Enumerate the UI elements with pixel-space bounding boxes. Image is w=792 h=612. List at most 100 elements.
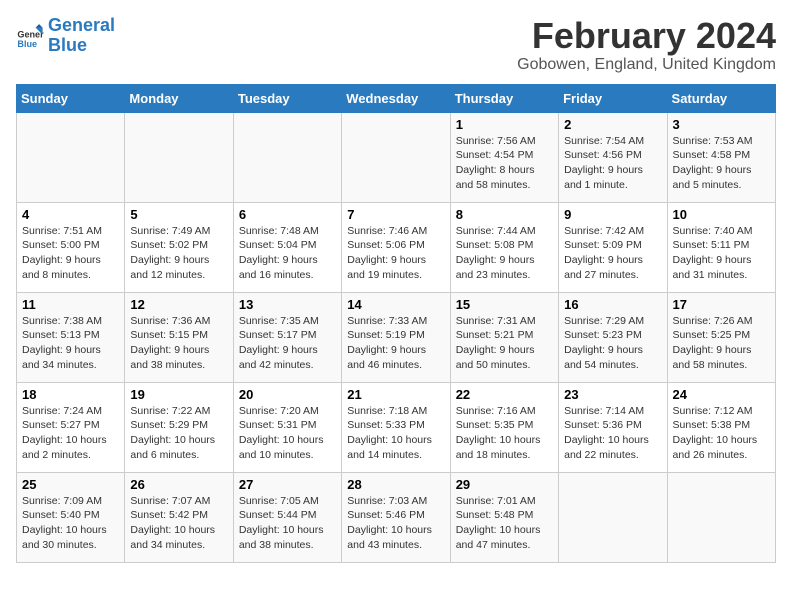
day-info: Sunrise: 7:03 AM Sunset: 5:46 PM Dayligh… — [347, 494, 444, 553]
day-info: Sunrise: 7:14 AM Sunset: 5:36 PM Dayligh… — [564, 404, 661, 463]
table-cell — [559, 472, 667, 562]
week-row-2: 4Sunrise: 7:51 AM Sunset: 5:00 PM Daylig… — [17, 202, 776, 292]
day-number: 29 — [456, 477, 553, 492]
table-cell: 3Sunrise: 7:53 AM Sunset: 4:58 PM Daylig… — [667, 112, 775, 202]
table-cell: 23 Sunrise: 7:14 AM Sunset: 5:36 PM Dayli… — [559, 382, 667, 472]
day-number: 15 — [456, 297, 553, 312]
day-number: 12 — [130, 297, 227, 312]
day-info: Sunrise: 7:26 AM Sunset: 5:25 PM Dayligh… — [673, 314, 770, 373]
logo-line1: General — [48, 15, 115, 35]
day-info: Sunrise: 7:54 AM Sunset: 4:56 PM Dayligh… — [564, 134, 661, 193]
day-info: Sunrise: 7:01 AM Sunset: 5:48 PM Dayligh… — [456, 494, 553, 553]
logo-text: General Blue — [48, 16, 115, 56]
table-cell: 4Sunrise: 7:51 AM Sunset: 5:00 PM Daylig… — [17, 202, 125, 292]
week-row-1: 1 Sunrise: 7:56 AM Sunset: 4:54 PM Daylig… — [17, 112, 776, 202]
day-number: 2 — [564, 117, 661, 132]
table-cell — [667, 472, 775, 562]
day-info: Sunrise: 7:29 AM Sunset: 5:23 PM Dayligh… — [564, 314, 661, 373]
week-row-4: 18 Sunrise: 7:24 AM Sunset: 5:27 PM Dayli… — [17, 382, 776, 472]
day-info: Sunrise: 7:48 AM Sunset: 5:04 PM Dayligh… — [239, 224, 336, 283]
table-cell: 26Sunrise: 7:07 AM Sunset: 5:42 PM Dayli… — [125, 472, 233, 562]
table-cell — [233, 112, 341, 202]
day-info: Sunrise: 7:38 AM Sunset: 5:13 PM Dayligh… — [22, 314, 119, 373]
day-number: 11 — [22, 297, 119, 312]
day-info: Sunrise: 7:46 AM Sunset: 5:06 PM Dayligh… — [347, 224, 444, 283]
day-info: Sunrise: 7:09 AM Sunset: 5:40 PM Dayligh… — [22, 494, 119, 553]
table-cell: 1 Sunrise: 7:56 AM Sunset: 4:54 PM Daylig… — [450, 112, 558, 202]
day-number: 28 — [347, 477, 444, 492]
svg-text:Blue: Blue — [17, 39, 37, 49]
day-number: 10 — [673, 207, 770, 222]
day-number: 9 — [564, 207, 661, 222]
day-info: Sunrise: 7:53 AM Sunset: 4:58 PM Dayligh… — [673, 134, 770, 193]
table-cell: 16Sunrise: 7:29 AM Sunset: 5:23 PM Dayli… — [559, 292, 667, 382]
table-cell: 17 Sunrise: 7:26 AM Sunset: 5:25 PM Dayli… — [667, 292, 775, 382]
title-area: February 2024 Gobowen, England, United K… — [517, 16, 776, 74]
day-info: Sunrise: 7:24 AM Sunset: 5:27 PM Dayligh… — [22, 404, 119, 463]
header-saturday: Saturday — [667, 84, 775, 112]
day-number: 8 — [456, 207, 553, 222]
table-cell: 6Sunrise: 7:48 AM Sunset: 5:04 PM Daylig… — [233, 202, 341, 292]
day-info: Sunrise: 7:18 AM Sunset: 5:33 PM Dayligh… — [347, 404, 444, 463]
day-number: 23 — [564, 387, 661, 402]
calendar-header-row: SundayMondayTuesdayWednesdayThursdayFrid… — [17, 84, 776, 112]
table-cell: 10 Sunrise: 7:40 AM Sunset: 5:11 PM Dayli… — [667, 202, 775, 292]
logo: General Blue General Blue — [16, 16, 115, 56]
day-number: 20 — [239, 387, 336, 402]
day-info: Sunrise: 7:44 AM Sunset: 5:08 PM Dayligh… — [456, 224, 553, 283]
subtitle: Gobowen, England, United Kingdom — [517, 56, 776, 74]
day-info: Sunrise: 7:42 AM Sunset: 5:09 PM Dayligh… — [564, 224, 661, 283]
day-info: Sunrise: 7:31 AM Sunset: 5:21 PM Dayligh… — [456, 314, 553, 373]
table-cell: 25 Sunrise: 7:09 AM Sunset: 5:40 PM Dayli… — [17, 472, 125, 562]
table-cell: 21 Sunrise: 7:18 AM Sunset: 5:33 PM Dayli… — [342, 382, 450, 472]
table-cell: 5 Sunrise: 7:49 AM Sunset: 5:02 PM Daylig… — [125, 202, 233, 292]
table-cell: 22Sunrise: 7:16 AM Sunset: 5:35 PM Dayli… — [450, 382, 558, 472]
calendar-table: SundayMondayTuesdayWednesdayThursdayFrid… — [16, 84, 776, 563]
day-number: 17 — [673, 297, 770, 312]
week-row-3: 11 Sunrise: 7:38 AM Sunset: 5:13 PM Dayli… — [17, 292, 776, 382]
day-number: 25 — [22, 477, 119, 492]
main-title: February 2024 — [517, 16, 776, 56]
day-info: Sunrise: 7:51 AM Sunset: 5:00 PM Dayligh… — [22, 224, 119, 283]
day-number: 5 — [130, 207, 227, 222]
day-number: 18 — [22, 387, 119, 402]
day-info: Sunrise: 7:35 AM Sunset: 5:17 PM Dayligh… — [239, 314, 336, 373]
table-cell: 24 Sunrise: 7:12 AM Sunset: 5:38 PM Dayli… — [667, 382, 775, 472]
header-wednesday: Wednesday — [342, 84, 450, 112]
day-number: 24 — [673, 387, 770, 402]
table-cell: 7 Sunrise: 7:46 AM Sunset: 5:06 PM Daylig… — [342, 202, 450, 292]
table-cell: 12 Sunrise: 7:36 AM Sunset: 5:15 PM Dayli… — [125, 292, 233, 382]
header-sunday: Sunday — [17, 84, 125, 112]
day-info: Sunrise: 7:05 AM Sunset: 5:44 PM Dayligh… — [239, 494, 336, 553]
day-info: Sunrise: 7:12 AM Sunset: 5:38 PM Dayligh… — [673, 404, 770, 463]
table-cell: 14 Sunrise: 7:33 AM Sunset: 5:19 PM Dayli… — [342, 292, 450, 382]
day-info: Sunrise: 7:49 AM Sunset: 5:02 PM Dayligh… — [130, 224, 227, 283]
day-info: Sunrise: 7:40 AM Sunset: 5:11 PM Dayligh… — [673, 224, 770, 283]
table-cell: 8 Sunrise: 7:44 AM Sunset: 5:08 PM Daylig… — [450, 202, 558, 292]
table-cell: 9 Sunrise: 7:42 AM Sunset: 5:09 PM Daylig… — [559, 202, 667, 292]
day-number: 7 — [347, 207, 444, 222]
table-cell: 15 Sunrise: 7:31 AM Sunset: 5:21 PM Dayli… — [450, 292, 558, 382]
table-cell: 28 Sunrise: 7:03 AM Sunset: 5:46 PM Dayli… — [342, 472, 450, 562]
day-number: 19 — [130, 387, 227, 402]
day-info: Sunrise: 7:33 AM Sunset: 5:19 PM Dayligh… — [347, 314, 444, 373]
table-cell: 13 Sunrise: 7:35 AM Sunset: 5:17 PM Dayli… — [233, 292, 341, 382]
day-number: 26 — [130, 477, 227, 492]
table-cell — [342, 112, 450, 202]
week-row-5: 25 Sunrise: 7:09 AM Sunset: 5:40 PM Dayli… — [17, 472, 776, 562]
table-cell: 2 Sunrise: 7:54 AM Sunset: 4:56 PM Daylig… — [559, 112, 667, 202]
table-cell: 20 Sunrise: 7:20 AM Sunset: 5:31 PM Dayli… — [233, 382, 341, 472]
table-cell: 19 Sunrise: 7:22 AM Sunset: 5:29 PM Dayli… — [125, 382, 233, 472]
table-cell: 18 Sunrise: 7:24 AM Sunset: 5:27 PM Dayli… — [17, 382, 125, 472]
header: General Blue General Blue February 2024 … — [16, 16, 776, 74]
day-number: 27 — [239, 477, 336, 492]
table-cell: 29 Sunrise: 7:01 AM Sunset: 5:48 PM Dayli… — [450, 472, 558, 562]
day-info: Sunrise: 7:20 AM Sunset: 5:31 PM Dayligh… — [239, 404, 336, 463]
day-info: Sunrise: 7:56 AM Sunset: 4:54 PM Dayligh… — [456, 134, 553, 193]
day-number: 21 — [347, 387, 444, 402]
day-info: Sunrise: 7:36 AM Sunset: 5:15 PM Dayligh… — [130, 314, 227, 373]
day-number: 1 — [456, 117, 553, 132]
day-info: Sunrise: 7:22 AM Sunset: 5:29 PM Dayligh… — [130, 404, 227, 463]
day-number: 13 — [239, 297, 336, 312]
day-number: 14 — [347, 297, 444, 312]
